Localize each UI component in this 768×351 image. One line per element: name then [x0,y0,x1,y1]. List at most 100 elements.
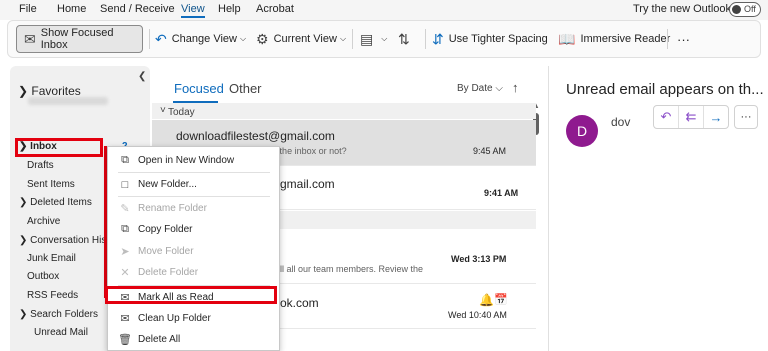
show-focused-inbox-button[interactable]: ✉ Show Focused Inbox [16,25,143,53]
reply-actions-group: ↶ ⇇ → [653,105,729,129]
message-time: 9:41 AM [484,188,519,198]
email-from: dov [611,115,631,129]
menu-item-label: Open in New Window [138,155,235,166]
more-actions-button[interactable]: ··· [734,105,758,129]
menu-separator [118,172,270,173]
menu-new-folder[interactable]: □ New Folder... [108,174,279,195]
change-view-label: Change View [171,33,237,45]
forward-button[interactable]: → [704,106,728,128]
immersive-reader-label: Immersive Reader [580,33,671,45]
clean-up-icon: ✉ [120,313,130,325]
chevron-down-icon: ⌵ [239,34,247,43]
folder-drafts[interactable]: Drafts [27,160,54,171]
ribbon-divider [149,29,150,49]
folder-outbox[interactable]: Outbox [27,271,59,282]
rename-folder-icon: ✎ [120,203,130,215]
favorites-header[interactable]: ❯ Favorites [18,84,81,98]
tighter-spacing-icon: ⇵ [432,30,444,47]
use-tighter-spacing-label: Use Tighter Spacing [448,33,548,45]
sort-order-button[interactable]: ⇅ [398,25,415,53]
new-folder-icon: □ [121,178,129,191]
ribbon-divider [667,29,668,49]
new-outlook-toggle[interactable]: Off [729,2,761,17]
reading-pane-button[interactable]: ▤ ⌵ [360,25,387,53]
tab-other[interactable]: Other [229,81,262,96]
copy-folder-icon: ⧉ [121,223,129,235]
folder-archive[interactable]: Archive [27,216,60,227]
message-time: Wed 3:13 PM [451,254,507,264]
folder-junk-email[interactable]: Junk Email [27,253,76,264]
menu-rename-folder[interactable]: ✎ Rename Folder [108,198,279,219]
deleted-items-label: Deleted Items [30,197,92,208]
move-folder-icon: ➤ [120,246,130,258]
menu-move-folder[interactable]: ➤ Move Folder [108,241,279,262]
folder-sent-items[interactable]: Sent Items [27,179,75,190]
toggle-knob [732,5,741,14]
immersive-reader-button[interactable]: 📖 Immersive Reader [558,25,670,53]
reading-pane: Unread email appears on th... D dov ↶ ⇇ … [548,66,768,351]
sort-arrows-icon: ⇅ [398,30,410,47]
menu-clean-up-folder[interactable]: ✉ Clean Up Folder [108,308,279,329]
folder-rss-feeds[interactable]: RSS Feeds [27,290,78,301]
menu-item-label: Clean Up Folder [138,313,211,324]
try-new-outlook-label: Try the new Outlook [633,3,732,15]
immersive-reader-icon: 📖 [558,30,576,47]
avatar: D [566,115,598,147]
reply-icon: ↶ [660,109,672,124]
menu-item-label: New Folder... [138,179,197,190]
message-sender: downloadfilestest@gmail.com [176,129,335,143]
mark-all-read-highlight-box [105,286,277,304]
toggle-state-label: Off [744,4,756,14]
sort-direction-icon[interactable]: ↑ [512,80,519,95]
sort-by-dropdown[interactable]: By Date ⌵ [457,83,503,94]
trash-icon: 🗑 [118,334,132,346]
tab-focused[interactable]: Focused [174,81,224,96]
ribbon-divider [352,29,353,49]
folder-context-menu: ⧉ Open in New Window □ New Folder... ✎ R… [107,146,280,351]
chevron-down-icon: ⌵ [495,83,503,94]
gear-icon: ⚙ [256,30,269,47]
group-today-label: ˅ Today [160,105,195,118]
menu-item-label: Move Folder [138,246,194,257]
change-view-icon: ↶ [155,30,167,47]
menu-view[interactable]: View [181,3,205,18]
message-preview: ll all our team members. Review the [280,264,424,274]
show-focused-inbox-label: Show Focused Inbox [40,27,114,51]
ribbon-divider [425,29,426,49]
ribbon-more-button[interactable]: ··· [677,25,690,53]
menu-acrobat[interactable]: Acrobat [256,3,294,15]
menu-help[interactable]: Help [218,3,241,15]
collapse-pane-icon[interactable]: ❮ [138,71,146,82]
menu-item-label: Delete Folder [138,267,199,278]
menu-item-label: Copy Folder [138,224,193,235]
use-tighter-spacing-button[interactable]: ⇵ Use Tighter Spacing [432,25,548,53]
chevron-down-icon: ⌵ [339,34,347,43]
folder-deleted-items[interactable]: ❯ Deleted Items [19,197,92,208]
menu-copy-folder[interactable]: ⧉ Copy Folder [108,219,279,240]
conversation-history-label: Conversation Histo [30,235,115,246]
menu-delete-all[interactable]: 🗑 Delete All [108,329,279,350]
message-sender: gmail.com [280,177,335,191]
inbox-check-icon: ✉ [24,30,36,47]
reply-all-button[interactable]: ⇇ [679,106,704,128]
menu-file[interactable]: File [19,3,37,15]
menu-open-in-new-window[interactable]: ⧉ Open in New Window [108,150,279,171]
menu-home[interactable]: Home [57,3,86,15]
forward-icon: → [709,109,723,125]
folder-inbox[interactable]: ❯ Inbox [19,141,57,152]
folder-search-folders[interactable]: ❯ Search Folders [19,309,98,320]
chevron-down-icon: ⌵ [381,34,388,43]
menu-delete-folder[interactable]: ✕ Delete Folder [108,262,279,283]
group-header-today[interactable]: ˅ Today [152,103,536,119]
folder-conversation-history[interactable]: ❯ Conversation Histo [19,235,115,246]
search-folders-label: Search Folders [30,309,98,320]
current-view-button[interactable]: ⚙ Current View ⌵ [256,25,346,53]
reply-button[interactable]: ↶ [654,106,679,128]
email-subject: Unread email appears on th... [566,81,764,98]
message-time: 9:45 AM [473,146,507,156]
folder-unread-mail[interactable]: Unread Mail [34,327,88,338]
menu-separator [118,196,270,197]
menu-send-receive[interactable]: Send / Receive [100,3,175,15]
current-view-label: Current View [273,33,337,45]
change-view-button[interactable]: ↶ Change View ⌵ [155,25,246,53]
